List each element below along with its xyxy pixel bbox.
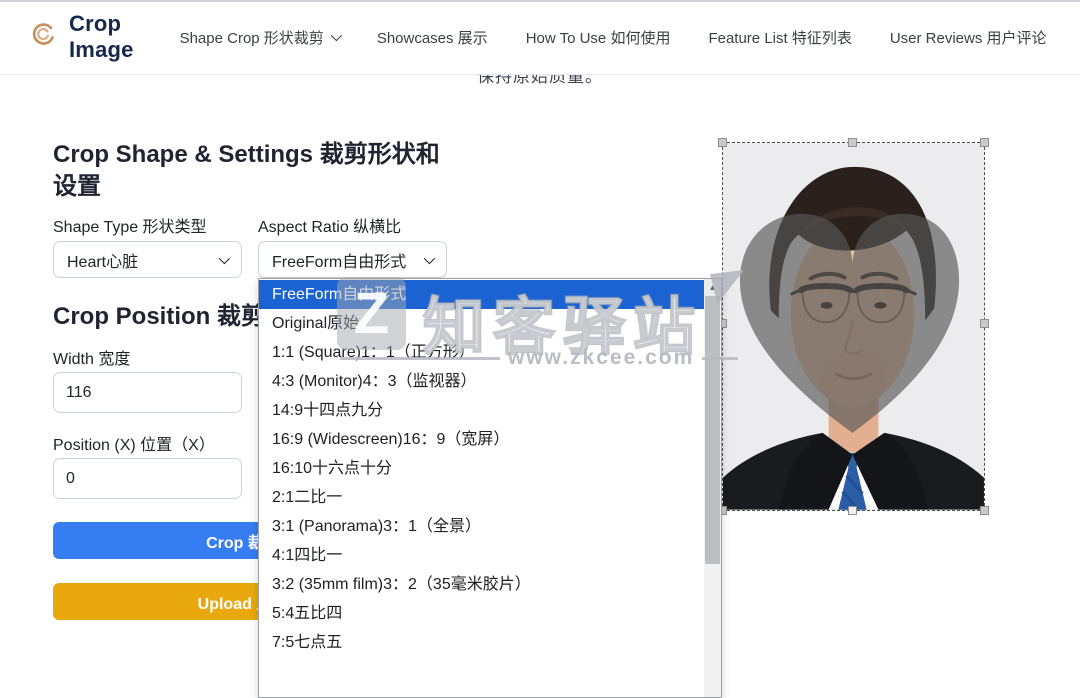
chevron-down-icon [424,252,435,263]
chevron-down-icon [331,30,342,41]
shape-type-select[interactable]: Heart心脏 [53,241,242,278]
brand[interactable]: Crop Image [30,11,134,63]
aspect-ratio-option-11[interactable]: 5:4五比四 [259,599,704,628]
handle-middle-right[interactable] [980,319,989,328]
main-nav: Shape Crop 形状裁剪 Showcases 展示 How To Use 如何… [180,27,1080,48]
scrollbar-up-arrow-icon[interactable]: ▲ [704,279,721,296]
aspect-ratio-option-7[interactable]: 2:1二比一 [259,483,704,512]
handle-top-right[interactable] [980,138,989,147]
aspect-ratio-option-1[interactable]: Original原始 [259,309,704,338]
aspect-ratio-option-3[interactable]: 4:3 (Monitor)4：3（监视器） [259,367,704,396]
aspect-ratio-option-list: FreeForm自由形式Original原始1:1 (Square)1：1（正方… [259,280,704,657]
settings-section-title: Crop Shape & Settings 裁剪形状和设置 [53,139,451,202]
handle-bottom-right[interactable] [980,506,989,515]
scrollbar-thumb[interactable] [705,296,720,564]
crop-preview-panel[interactable] [722,142,985,511]
nav-item-4[interactable]: User Reviews 用户评论 [890,27,1047,48]
aspect-ratio-selected-value: FreeForm自由形式 [272,248,406,272]
brand-title: Crop Image [69,11,134,63]
aspect-ratio-option-4[interactable]: 14:9十四点九分 [259,396,704,425]
aspect-ratio-option-12[interactable]: 7:5七点五 [259,628,704,657]
handle-bottom-center[interactable] [848,506,857,515]
crop-image-logo-icon [30,21,57,53]
aspect-ratio-option-5[interactable]: 16:9 (Widescreen)16：9（宽屏） [259,425,704,454]
aspect-ratio-option-2[interactable]: 1:1 (Square)1：1（正方形） [259,338,704,367]
aspect-ratio-option-6[interactable]: 16:10十六点十分 [259,454,704,483]
chevron-down-icon [219,252,230,263]
handle-top-center[interactable] [848,138,857,147]
shape-type-label: Shape Type 形状类型 [53,213,207,237]
position-x-input[interactable] [53,458,242,499]
window-top-edge [0,0,1080,2]
shape-type-selected-value: Heart心脏 [67,248,138,272]
position-x-label: Position (X) 位置（X） [53,431,215,455]
dropdown-scrollbar[interactable]: ▲ [704,279,721,697]
selection-dashed-border [722,142,985,511]
aspect-ratio-select[interactable]: FreeForm自由形式 [258,241,447,278]
width-input[interactable] [53,372,242,413]
aspect-ratio-option-8[interactable]: 3:1 (Panorama)3：1（全景） [259,512,704,541]
aspect-ratio-dropdown: FreeForm自由形式Original原始1:1 (Square)1：1（正方… [258,278,722,698]
nav-item-3[interactable]: Feature List 特征列表 [708,27,851,48]
header: Crop Image Shape Crop 形状裁剪 Showcases 展示 Ho… [0,0,1080,75]
aspect-ratio-option-9[interactable]: 4:1四比一 [259,541,704,570]
nav-item-2[interactable]: How To Use 如何使用 [526,27,671,48]
handle-top-left[interactable] [718,138,727,147]
nav-item-1[interactable]: Showcases 展示 [377,27,488,48]
nav-item-0[interactable]: Shape Crop 形状裁剪 [180,27,339,48]
aspect-ratio-label: Aspect Ratio 纵横比 [258,213,401,237]
aspect-ratio-option-10[interactable]: 3:2 (35mm film)3：2（35毫米胶片） [259,570,704,599]
aspect-ratio-option-0[interactable]: FreeForm自由形式 [259,280,704,309]
width-label: Width 宽度 [53,345,130,369]
